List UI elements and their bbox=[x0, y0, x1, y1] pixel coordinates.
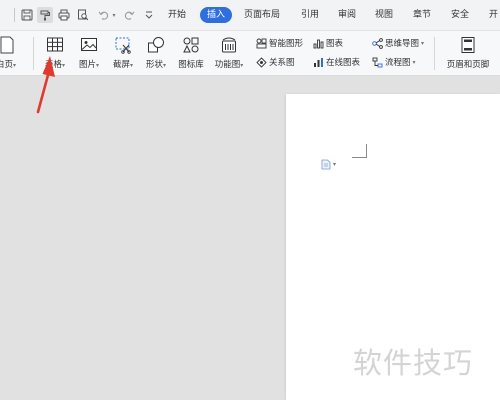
format-painter-icon[interactable] bbox=[37, 7, 53, 23]
header-footer-icon bbox=[461, 37, 475, 53]
header-footer-button[interactable]: 页眉和页脚 bbox=[442, 34, 494, 74]
tab-insert[interactable]: 插入 bbox=[200, 7, 233, 23]
picture-button[interactable]: 图片▾ bbox=[73, 34, 105, 74]
tab-home[interactable]: 开始 bbox=[168, 8, 186, 22]
paste-options-icon[interactable]: ▾ bbox=[321, 159, 336, 170]
icon-library-icon bbox=[183, 37, 199, 53]
separator bbox=[14, 8, 15, 22]
ribbon-separator bbox=[434, 37, 435, 70]
ribbon-toolbar: 白页▾ 表格▾ 图片▾ 截屏▾ 形状▾ 图标库 功能图▾ 智能图形 关系图 图表… bbox=[0, 31, 500, 76]
screenshot-label: 截屏 bbox=[112, 60, 130, 70]
print-icon[interactable] bbox=[56, 7, 72, 23]
tab-page-layout[interactable]: 页面布局 bbox=[244, 8, 280, 22]
function-chart-icon bbox=[222, 37, 236, 53]
smart-graphic-icon bbox=[256, 38, 267, 48]
function-chart-button[interactable]: 功能图▾ bbox=[210, 34, 248, 74]
redo-icon[interactable] bbox=[121, 7, 137, 23]
menu-bar: ▾ 开始 插入 页面布局 引用 审阅 视图 章节 安全 开 bbox=[0, 0, 500, 31]
function-chart-label: 功能图 bbox=[214, 60, 241, 70]
tab-truncated[interactable]: 开 bbox=[489, 8, 498, 22]
table-label: 表格 bbox=[44, 60, 62, 70]
mind-map-label: 思维导图 bbox=[385, 39, 420, 49]
mind-map-icon bbox=[372, 37, 383, 49]
chart-label: 图表 bbox=[326, 39, 344, 49]
header-footer-label: 页眉和页脚 bbox=[446, 60, 490, 70]
mind-map-button[interactable]: 思维导图 ▾ bbox=[372, 36, 424, 50]
table-button[interactable]: 表格▾ bbox=[38, 34, 72, 74]
smart-graphic-label: 智能图形 bbox=[269, 39, 304, 49]
shape-button[interactable]: 形状▾ bbox=[140, 34, 172, 74]
watermark-text: 软件技巧 bbox=[353, 346, 474, 380]
shape-icon bbox=[148, 37, 164, 53]
screenshot-button[interactable]: 截屏▾ bbox=[107, 34, 139, 74]
relation-chart-label: 关系图 bbox=[269, 58, 295, 68]
flowchart-button[interactable]: 流程图 ▾ bbox=[372, 55, 416, 69]
flowchart-icon bbox=[372, 57, 383, 67]
tab-view[interactable]: 视图 bbox=[375, 8, 393, 22]
dropdown-icon[interactable] bbox=[141, 7, 157, 23]
print-preview-icon[interactable] bbox=[75, 7, 91, 23]
online-chart-label: 在线图表 bbox=[326, 58, 361, 68]
picture-label: 图片 bbox=[78, 60, 96, 70]
table-icon bbox=[47, 37, 63, 52]
chart-icon bbox=[313, 39, 324, 48]
online-chart-button[interactable]: 在线图表 bbox=[313, 55, 360, 69]
save-icon[interactable] bbox=[19, 7, 35, 23]
relation-chart-icon bbox=[256, 56, 267, 68]
flowchart-label: 流程图 bbox=[385, 58, 411, 68]
icon-library-label: 图标库 bbox=[178, 60, 204, 70]
picture-icon bbox=[81, 38, 97, 51]
margin-corner-mark bbox=[352, 144, 367, 158]
tab-review[interactable]: 审阅 bbox=[338, 8, 356, 22]
icon-library-button[interactable]: 图标库 bbox=[174, 34, 208, 74]
online-chart-icon bbox=[314, 57, 323, 67]
screenshot-icon bbox=[115, 37, 131, 54]
tab-references[interactable]: 引用 bbox=[301, 8, 319, 22]
blank-page-label: 白页 bbox=[0, 60, 14, 70]
shape-label: 形状 bbox=[145, 60, 163, 70]
tab-chapter[interactable]: 章节 bbox=[413, 8, 431, 22]
ribbon-separator bbox=[33, 37, 34, 70]
blank-page-icon bbox=[0, 36, 14, 54]
relation-chart-button[interactable]: 关系图 bbox=[256, 55, 295, 69]
chart-button[interactable]: 图表 bbox=[313, 36, 343, 50]
smart-graphic-button[interactable]: 智能图形 bbox=[256, 36, 303, 50]
blank-page-button[interactable]: 白页▾ bbox=[0, 34, 26, 74]
tab-security[interactable]: 安全 bbox=[451, 8, 469, 22]
undo-dropdown-icon[interactable]: ▾ bbox=[110, 7, 118, 23]
